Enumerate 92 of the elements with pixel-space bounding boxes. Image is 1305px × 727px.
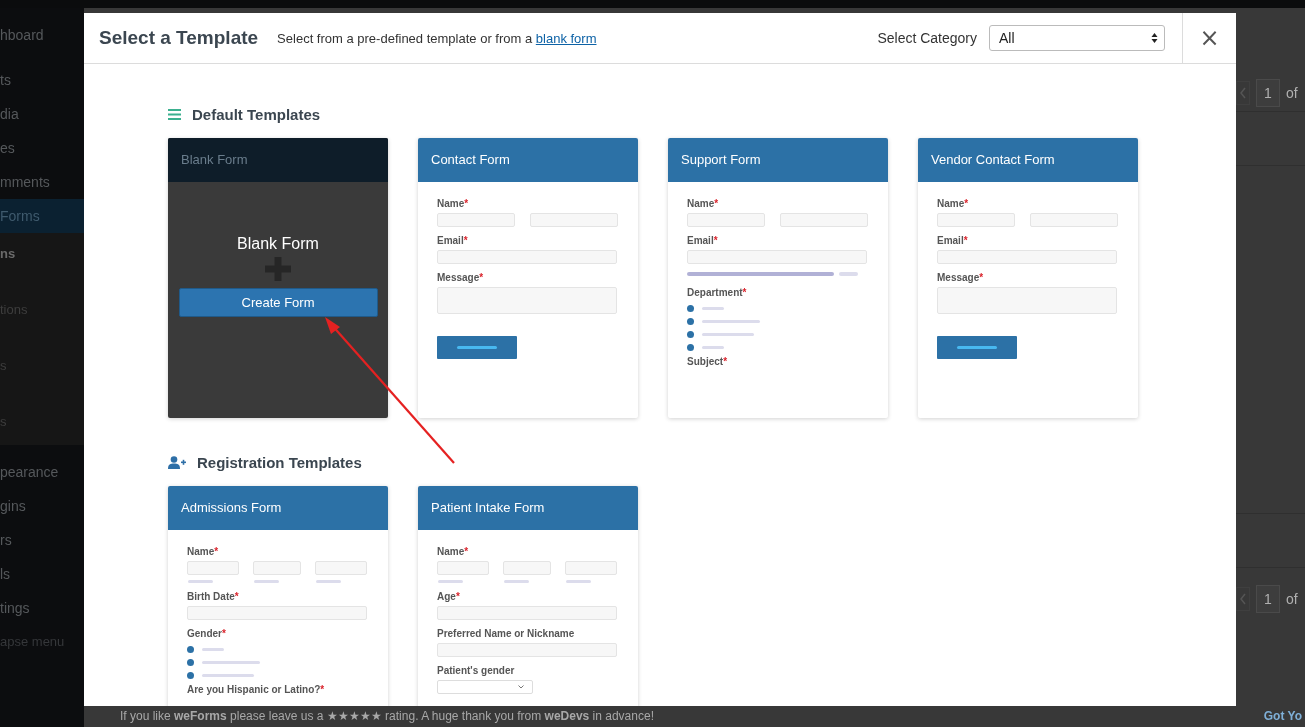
placeholder-line [254,580,279,583]
page-number-field[interactable]: 1 [1256,585,1280,613]
chevron-down-icon [518,685,524,689]
menu-item[interactable]: tings [0,591,84,625]
menu-item[interactable]: hboard [0,18,84,52]
field-label: Department* [687,287,748,299]
field-label: Email* [437,235,469,247]
card-header: Blank Form [168,138,388,182]
template-card[interactable]: Contact Form Name* Email* Message* [418,138,638,418]
menu-item[interactable]: gins [0,489,84,523]
card-header: Support Form [668,138,888,182]
placeholder-line [702,333,754,336]
placeholder-line [316,580,341,583]
footer-link[interactable]: Got Yo [1263,708,1302,724]
field-label: Message* [937,272,985,284]
category-label: Select Category [877,30,977,46]
category-select[interactable]: All [989,25,1165,51]
menu-item[interactable]: ts [0,63,84,97]
field-label: Name* [437,546,470,558]
input-preview [437,561,489,575]
radio-dot [187,659,194,666]
field-label: Age* [437,591,461,603]
placeholder-line [188,580,213,583]
card-header: Patient Intake Form [418,486,638,530]
template-card[interactable]: Vendor Contact Form Name* Email* Message* [918,138,1138,418]
field-label: Name* [687,198,720,210]
chevron-left-icon [1239,593,1247,605]
previous-page-button[interactable] [1236,587,1250,611]
menu-item[interactable]: pearance [0,455,84,489]
field-label: Gender* [187,628,227,640]
menu-item[interactable]: ns [0,233,84,289]
active-menu-item[interactable]: Forms [0,199,84,233]
field-label: Message* [437,272,485,284]
field-label: Name* [437,198,470,210]
field-label: Subject* [687,356,729,368]
radio-dot [687,305,694,312]
input-preview [187,561,239,575]
up-down-arrows-icon [1151,32,1158,44]
template-card[interactable]: Support Form Name* Email* Department* Subject* [668,138,888,418]
dialog-subtitle: Select from a pre-defined template or from a blank form [277,30,598,46]
card-heading: Blank Form [237,235,319,253]
page-count: of [1286,85,1298,101]
template-card[interactable]: Patient Intake Form Name* Age* Preferred Name or Nickname Patient's gender [418,486,638,706]
placeholder-line [202,674,254,677]
placeholder-line [202,648,224,651]
menu-item[interactable]: es [0,131,84,165]
radio-dot [687,331,694,338]
section-title: Default Templates [192,105,321,123]
field-label: Preferred Name or Nickname [437,628,576,640]
blank-form-link[interactable]: blank form [535,30,597,46]
user-plus-icon [168,455,186,469]
field-label: Patient's gender [437,665,516,677]
radio-dot [687,344,694,351]
chevron-left-icon [1239,87,1247,99]
card-header: Contact Form [418,138,638,182]
field-label: Name* [187,546,220,558]
template-card[interactable]: Admissions Form Name* Birth Date* Gender* Are you Hispanic or Latino?* [168,486,388,706]
menu-item[interactable]: rs [0,523,84,557]
field-label: Email* [937,235,969,247]
placeholder-line [504,580,529,583]
placeholder-line [702,320,760,323]
create-form-button[interactable]: Create Form [178,288,378,317]
field-label: Are you Hispanic or Latino?* [187,684,326,696]
field-label: Email* [687,235,719,247]
footer-text: If you like weForms please leave us a ★★★★★ rating. A huge thank you from weDevs in advance! [120,708,654,724]
input-preview [503,561,551,575]
placeholder-line [702,307,724,310]
menu-item[interactable]: mments [0,165,84,199]
placeholder-line [839,272,858,276]
section-title: Registration Templates [197,453,362,471]
placeholder-line [202,661,260,664]
menu-item[interactable]: ls [0,557,84,591]
placeholder-line [702,346,724,349]
card-header: Vendor Contact Form [918,138,1138,182]
field-label: Name* [937,198,970,210]
radio-dot [187,672,194,679]
menu-item[interactable]: dia [0,97,84,131]
dialog-title: Select a Template [99,27,259,49]
input-preview [315,561,367,575]
blank-form-card[interactable]: Blank Form Blank Form Create Form [168,138,388,418]
placeholder-line [438,580,463,583]
field-label: Birth Date* [187,591,240,603]
card-header: Admissions Form [168,486,388,530]
radio-dot [687,318,694,325]
radio-dot [187,646,194,653]
input-preview [565,561,617,575]
placeholder-line [566,580,591,583]
page-number-field[interactable]: 1 [1256,79,1280,107]
previous-page-button[interactable] [1236,81,1250,105]
input-preview [253,561,301,575]
list-icon [168,108,181,120]
page-count: of [1286,591,1298,607]
